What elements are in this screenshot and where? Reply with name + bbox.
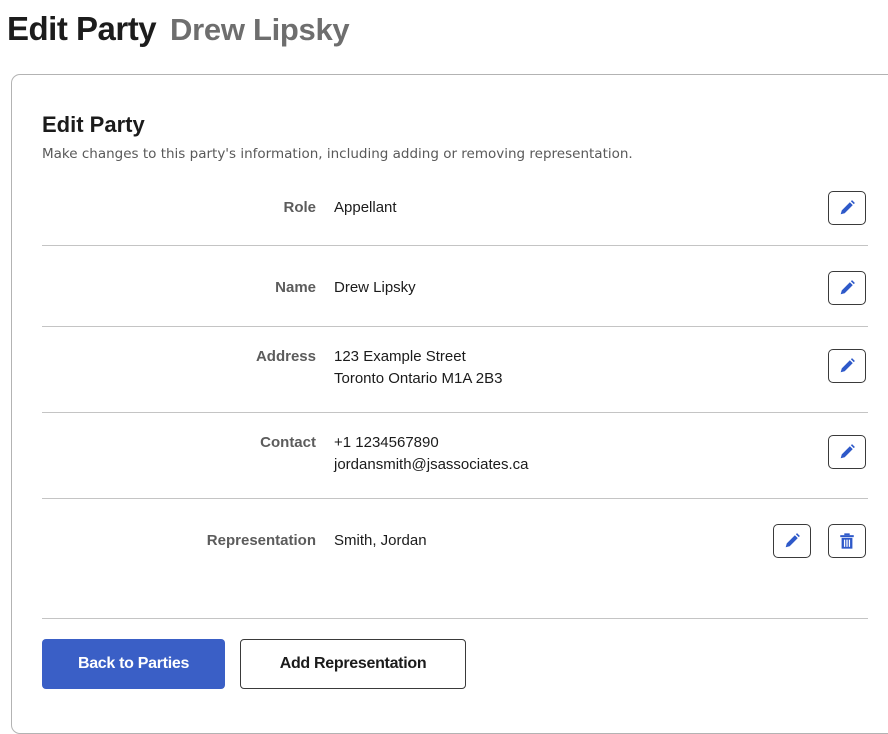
value-line: Smith, Jordan <box>334 532 427 549</box>
divider <box>42 326 868 327</box>
row-value: 123 Example Street Toronto Ontario M1A 2… <box>334 346 502 390</box>
trash-icon <box>840 533 854 549</box>
edit-party-card: Edit Party Make changes to this party's … <box>11 74 888 734</box>
edit-name-button[interactable] <box>828 271 866 305</box>
add-representation-button[interactable]: Add Representation <box>240 639 466 689</box>
pencil-icon <box>840 280 855 295</box>
page-title: Edit Party <box>7 10 157 47</box>
edit-contact-button[interactable] <box>828 435 866 469</box>
edit-address-button[interactable] <box>828 349 866 383</box>
edit-representation-button[interactable] <box>773 524 811 558</box>
delete-representation-button[interactable] <box>828 524 866 558</box>
party-name-heading: Drew Lipsky <box>170 12 350 47</box>
row-label: Name <box>275 279 316 296</box>
divider <box>42 498 868 499</box>
page-header: Edit Party Drew Lipsky <box>7 10 350 50</box>
pencil-icon <box>840 358 855 373</box>
row-value: Smith, Jordan <box>334 530 427 552</box>
card-description: Make changes to this party's information… <box>42 146 633 162</box>
pencil-icon <box>785 533 800 548</box>
divider <box>42 618 868 619</box>
row-label: Contact <box>260 434 316 451</box>
row-label: Role <box>283 199 316 216</box>
row-value: +1 1234567890 jordansmith@jsassociates.c… <box>334 432 528 476</box>
value-line: Toronto Ontario M1A 2B3 <box>334 370 503 387</box>
value-line: Appellant <box>334 199 397 216</box>
value-line: +1 1234567890 <box>334 434 439 451</box>
card-title: Edit Party <box>42 112 145 137</box>
row-value: Appellant <box>334 197 397 219</box>
row-label: Address <box>255 348 316 365</box>
pencil-icon <box>840 444 855 459</box>
back-to-parties-button[interactable]: Back to Parties <box>42 639 225 689</box>
row-value: Drew Lipsky <box>334 277 416 299</box>
pencil-icon <box>840 200 855 215</box>
edit-role-button[interactable] <box>828 191 866 225</box>
divider <box>42 245 868 246</box>
value-line: jordansmith@jsassociates.ca <box>334 456 529 473</box>
divider <box>42 412 868 413</box>
value-line: Drew Lipsky <box>334 279 416 296</box>
value-line: 123 Example Street <box>334 348 466 365</box>
row-label: Representation <box>206 532 316 549</box>
